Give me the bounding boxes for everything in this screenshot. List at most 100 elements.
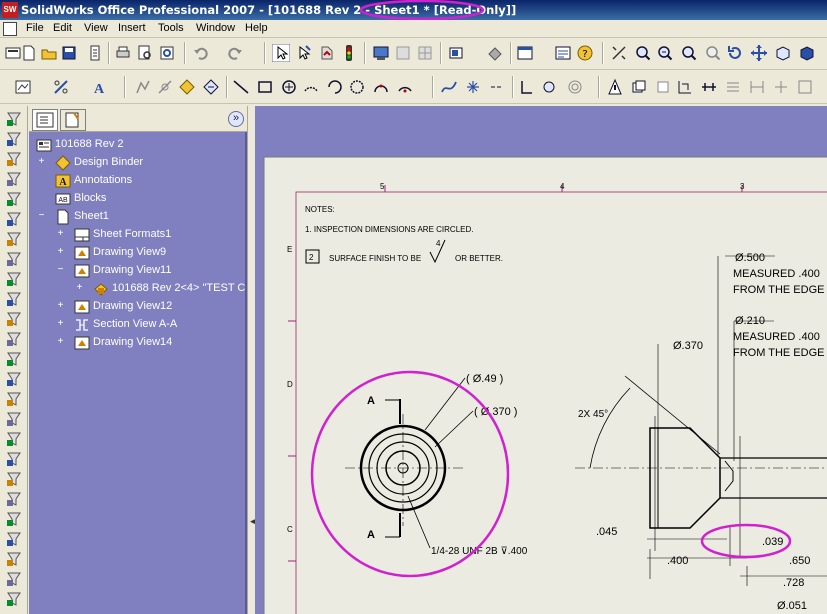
undo-icon[interactable] [192,44,210,62]
menu-window[interactable]: Window [196,22,235,34]
menu-tools[interactable]: Tools [158,22,184,34]
sketch-tool-3-icon[interactable] [178,78,196,96]
collapse-panel-button[interactable]: » [228,111,244,127]
grid-icon-1[interactable] [394,44,412,62]
filter-planes-icon[interactable] [5,390,23,408]
line-icon[interactable] [232,78,250,96]
print-icon[interactable] [114,44,132,62]
filter-sketch-icon[interactable] [5,430,23,448]
filter-bodies-icon[interactable] [5,570,23,588]
redo-icon[interactable] [226,44,244,62]
select-filter-icon[interactable] [294,44,312,62]
filter-gtol-icon[interactable] [5,290,23,308]
traffic-light-icon[interactable] [340,44,358,62]
expand-icon[interactable]: + [56,337,65,347]
filter-hole-icon[interactable] [5,490,23,508]
new-document-icon[interactable] [20,44,38,62]
options-icon[interactable] [372,44,390,62]
filter-blocks-icon[interactable] [5,330,23,348]
point-icon[interactable] [464,78,482,96]
zoom-area-icon[interactable] [634,44,652,62]
tree-item-drawing-view12[interactable]: + Drawing View12 [29,298,247,316]
view-orientation-icon[interactable] [774,44,792,62]
three-point-arc-icon[interactable] [348,78,366,96]
tree-item-sheet-formats1[interactable]: + Sheet Formats1 [29,226,247,244]
display-relations-icon[interactable] [796,78,814,96]
collapse-icon[interactable]: − [37,211,46,221]
zoom-in-out-icon[interactable] [656,44,674,62]
tree-root[interactable]: 101688 Rev 2 [29,136,247,154]
menu-view[interactable]: View [84,22,108,34]
filter-datums-icon[interactable] [5,270,23,288]
expand-icon[interactable]: + [56,247,65,257]
tree-item-101688-rev-2-4-test-c[interactable]: +101688 Rev 2<4> "TEST C [29,280,247,298]
menu-insert[interactable]: Insert [118,22,146,34]
panel-splitter[interactable]: ◂▸ [247,106,259,614]
tangent-arc-icon[interactable] [326,78,344,96]
filter-icon[interactable] [5,110,23,128]
filter-balloons-icon[interactable] [5,230,23,248]
centerpoint-arc-icon[interactable] [396,78,414,96]
tree-item-section-view-a-a[interactable]: + Section View A-A [29,316,247,334]
filter-all-icon[interactable] [5,590,23,608]
pan-icon[interactable] [750,44,768,62]
filter-axes-icon[interactable] [5,410,23,428]
filter-vertices-icon[interactable] [5,170,23,188]
properties-icon[interactable] [554,44,572,62]
filter-routing-icon[interactable] [5,450,23,468]
sketch-tool-2-icon[interactable] [156,78,174,96]
note-text-icon[interactable]: A [90,78,108,96]
smart-dimension-icon[interactable] [52,78,70,96]
open-folder-icon[interactable] [40,44,58,62]
trim-icon[interactable] [606,78,624,96]
ellipse-icon[interactable] [372,78,390,96]
datum-icon[interactable] [518,78,536,96]
filter-edges-icon[interactable] [5,130,23,148]
filter-dims-icon[interactable] [5,190,23,208]
sketch-tool-4-icon[interactable] [202,78,220,96]
select-cursor-icon[interactable] [272,44,290,62]
filter-stack-icon[interactable] [5,510,23,528]
expand-icon[interactable]: + [75,283,84,293]
mirror-icon[interactable] [540,78,558,96]
menu-file[interactable]: File [26,22,44,34]
fillet-icon[interactable] [676,78,694,96]
tree-item-drawing-view9[interactable]: + Drawing View9 [29,244,247,262]
sketch-tool-1-icon[interactable] [134,78,152,96]
tree-item-blocks[interactable]: AB Blocks [29,190,247,208]
insert-model-icon[interactable] [448,44,466,62]
tree-item-annotations[interactable]: A Annotations [29,172,247,190]
property-manager-tab[interactable] [60,109,86,131]
collapse-icon[interactable]: − [56,265,65,275]
arc-icon[interactable] [302,78,320,96]
help-icon[interactable]: ? [576,44,594,62]
drawing-canvas[interactable]: 5 4 3 E D C NOTES: 1. INSPECTION DIMENSI… [255,106,827,614]
linear-pattern-icon[interactable] [700,78,718,96]
move-icon[interactable] [724,78,742,96]
rectangle-icon[interactable] [256,78,274,96]
add-relation-icon[interactable] [772,78,790,96]
window-layout-icon[interactable] [516,44,534,62]
display-style-icon[interactable] [798,44,816,62]
tree-item-design-binder[interactable]: + Design Binder [29,154,247,172]
grid-icon-2[interactable] [416,44,434,62]
tree-item-sheet1[interactable]: − Sheet1 [29,208,247,226]
scale-icon[interactable] [748,78,766,96]
menu-help[interactable]: Help [245,22,268,34]
insert-block-icon[interactable] [486,44,504,62]
document-icon[interactable] [86,44,104,62]
expand-icon[interactable]: + [56,301,65,311]
filter-loops-icon[interactable] [5,550,23,568]
solidworks-app-icon[interactable]: SW [2,2,18,18]
expand-icon[interactable]: + [56,229,65,239]
filter-surface-icon[interactable] [5,310,23,328]
zoom-selection-icon[interactable] [680,44,698,62]
print-preview-icon[interactable] [136,44,154,62]
filter-welds-icon[interactable] [5,250,23,268]
expand-icon[interactable]: + [56,319,65,329]
convert-icon[interactable] [654,78,672,96]
filter-cosmetic-icon[interactable] [5,470,23,488]
feature-tree-tab[interactable] [32,109,58,131]
rebuild-icon[interactable] [318,44,336,62]
spline-icon[interactable] [440,78,458,96]
